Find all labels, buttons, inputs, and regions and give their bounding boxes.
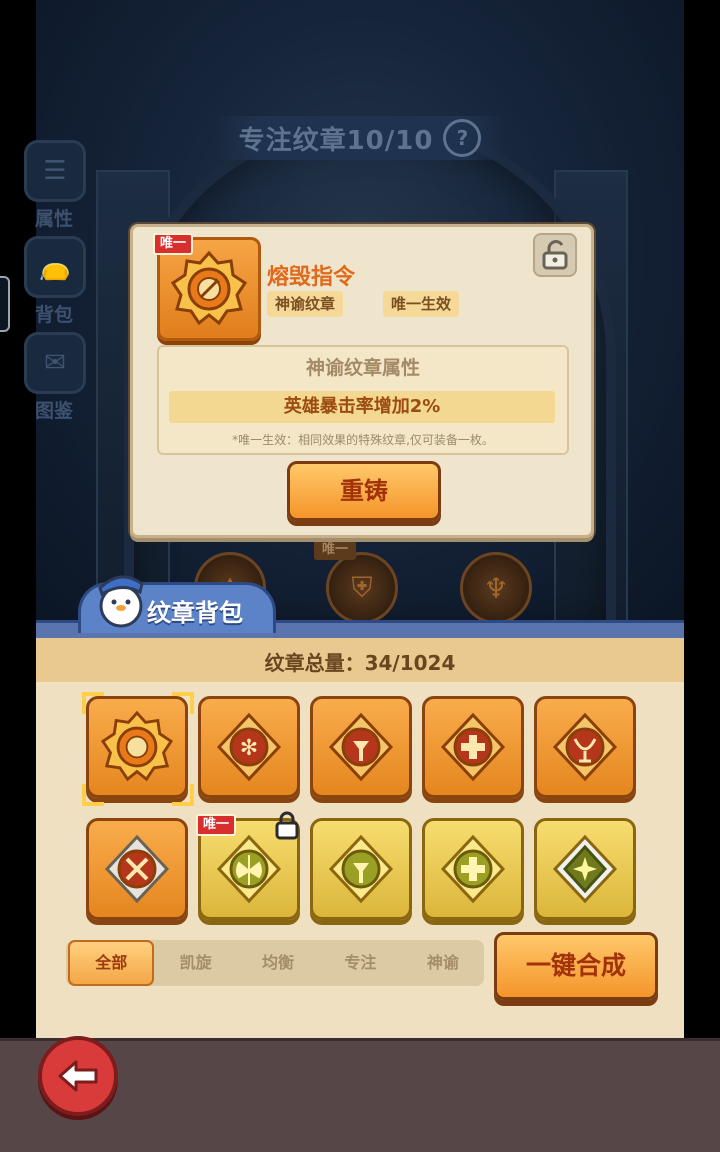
unique-tag: 唯一: [153, 233, 194, 255]
focus-emblem-count: 专注纹章10/10: [238, 125, 434, 156]
emblem-cell[interactable]: ✻: [198, 696, 300, 798]
filter-tab-triumph[interactable]: 凯旋: [154, 942, 236, 984]
bag-total-count: 纹章总量：34/1024: [36, 638, 684, 682]
side-button-album[interactable]: ✉ 图鉴: [24, 332, 86, 423]
attribute-box: 神谕纹章属性 英雄暴击率增加2% *唯一生效：相同效果的特殊纹章,仅可装备一枚。: [157, 345, 569, 455]
back-arrow-icon: [58, 1060, 98, 1092]
emblem-cell[interactable]: [86, 818, 188, 920]
one-click-merge-button[interactable]: 一键合成: [494, 932, 658, 1000]
emblem-slot[interactable]: ♆: [460, 552, 532, 624]
attribute-line: 英雄暴击率增加2%: [169, 391, 555, 423]
selection-corner: [82, 784, 104, 806]
unique-tag: 唯一: [314, 540, 356, 560]
emblem-cell[interactable]: [422, 818, 524, 920]
selection-corner: [82, 692, 104, 714]
back-button[interactable]: [38, 1036, 118, 1116]
snowflake-icon: ✻: [216, 712, 282, 782]
lock-toggle-button[interactable]: [533, 233, 577, 277]
emblem-cell[interactable]: [310, 696, 412, 798]
emblem-cell[interactable]: [310, 818, 412, 920]
side-button-attributes[interactable]: ☰ 属性: [24, 140, 86, 231]
emblem-filter-tabs: 全部 凯旋 均衡 专注 神谕: [66, 940, 484, 986]
game-screen: 专注纹章10/10 ? ☰ 属性 👝 背包 ✉ 图鉴 ⚜ ⛨ 唯一 ♆ 唯一 熔…: [0, 0, 720, 1152]
lock-icon: [275, 811, 299, 840]
album-icon: ✉: [24, 332, 86, 394]
filter-tab-balance[interactable]: 均衡: [237, 942, 319, 984]
list-icon: ☰: [24, 140, 86, 202]
selection-corner: [172, 692, 194, 714]
cross-icon: [440, 712, 506, 782]
unique-tag: 唯一: [196, 814, 237, 836]
bag-panel: 纹章总量：34/1024 ✻ 唯一 全部 凯旋 均衡 专注 神谕 一键合成: [36, 638, 684, 1038]
emblem-slot[interactable]: ⛨: [326, 552, 398, 624]
emblem-cell[interactable]: [422, 696, 524, 798]
unlock-icon: [542, 240, 568, 270]
emblem-cell[interactable]: [534, 818, 636, 920]
side-button-bag[interactable]: 👝 背包: [24, 236, 86, 327]
filter-tab-focus[interactable]: 专注: [319, 942, 401, 984]
attribute-note: *唯一生效：相同效果的特殊纹章,仅可装备一枚。: [232, 433, 494, 447]
svg-text:✻: ✻: [240, 736, 258, 761]
emblem-effect-chip: 唯一生效: [383, 291, 460, 317]
chalice-icon: [552, 712, 618, 782]
selection-corner: [172, 784, 194, 806]
penguin-mascot-icon: [98, 575, 144, 628]
pillar-icon: [328, 834, 394, 904]
sword-gear-icon: [101, 711, 173, 782]
filter-tab-oracle[interactable]: 神谕: [402, 942, 484, 984]
sword-gear-icon: [171, 251, 247, 326]
axe-icon: [216, 834, 282, 904]
side-button-label: 属性: [34, 208, 73, 230]
filter-tab-all[interactable]: 全部: [68, 940, 155, 986]
bag-icon: 👝: [24, 236, 86, 298]
emblem-detail-popup: 唯一 熔毁指令 神谕纹章 唯一生效 神谕纹章属性 英雄暴击率增加2% *唯一生效…: [130, 224, 594, 538]
crossed-swords-icon: [104, 834, 170, 904]
cross-icon: [440, 834, 506, 904]
emblem-name: 熔毁指令: [267, 265, 356, 290]
focus-emblem-title: 专注纹章10/10 ?: [216, 116, 504, 160]
emblem-type-chip: 神谕纹章: [267, 291, 344, 317]
attribute-title: 神谕纹章属性: [305, 357, 420, 379]
side-button-label: 图鉴: [34, 400, 73, 422]
pillar-icon: [328, 712, 394, 782]
side-drawer-handle[interactable]: [0, 276, 10, 332]
bag-title: 纹章背包: [147, 599, 243, 627]
reforge-button[interactable]: 重铸: [287, 461, 441, 521]
emblem-cell[interactable]: [534, 696, 636, 798]
help-icon[interactable]: ?: [443, 119, 482, 157]
side-button-label: 背包: [34, 304, 73, 326]
star-gem-icon: [552, 834, 618, 904]
